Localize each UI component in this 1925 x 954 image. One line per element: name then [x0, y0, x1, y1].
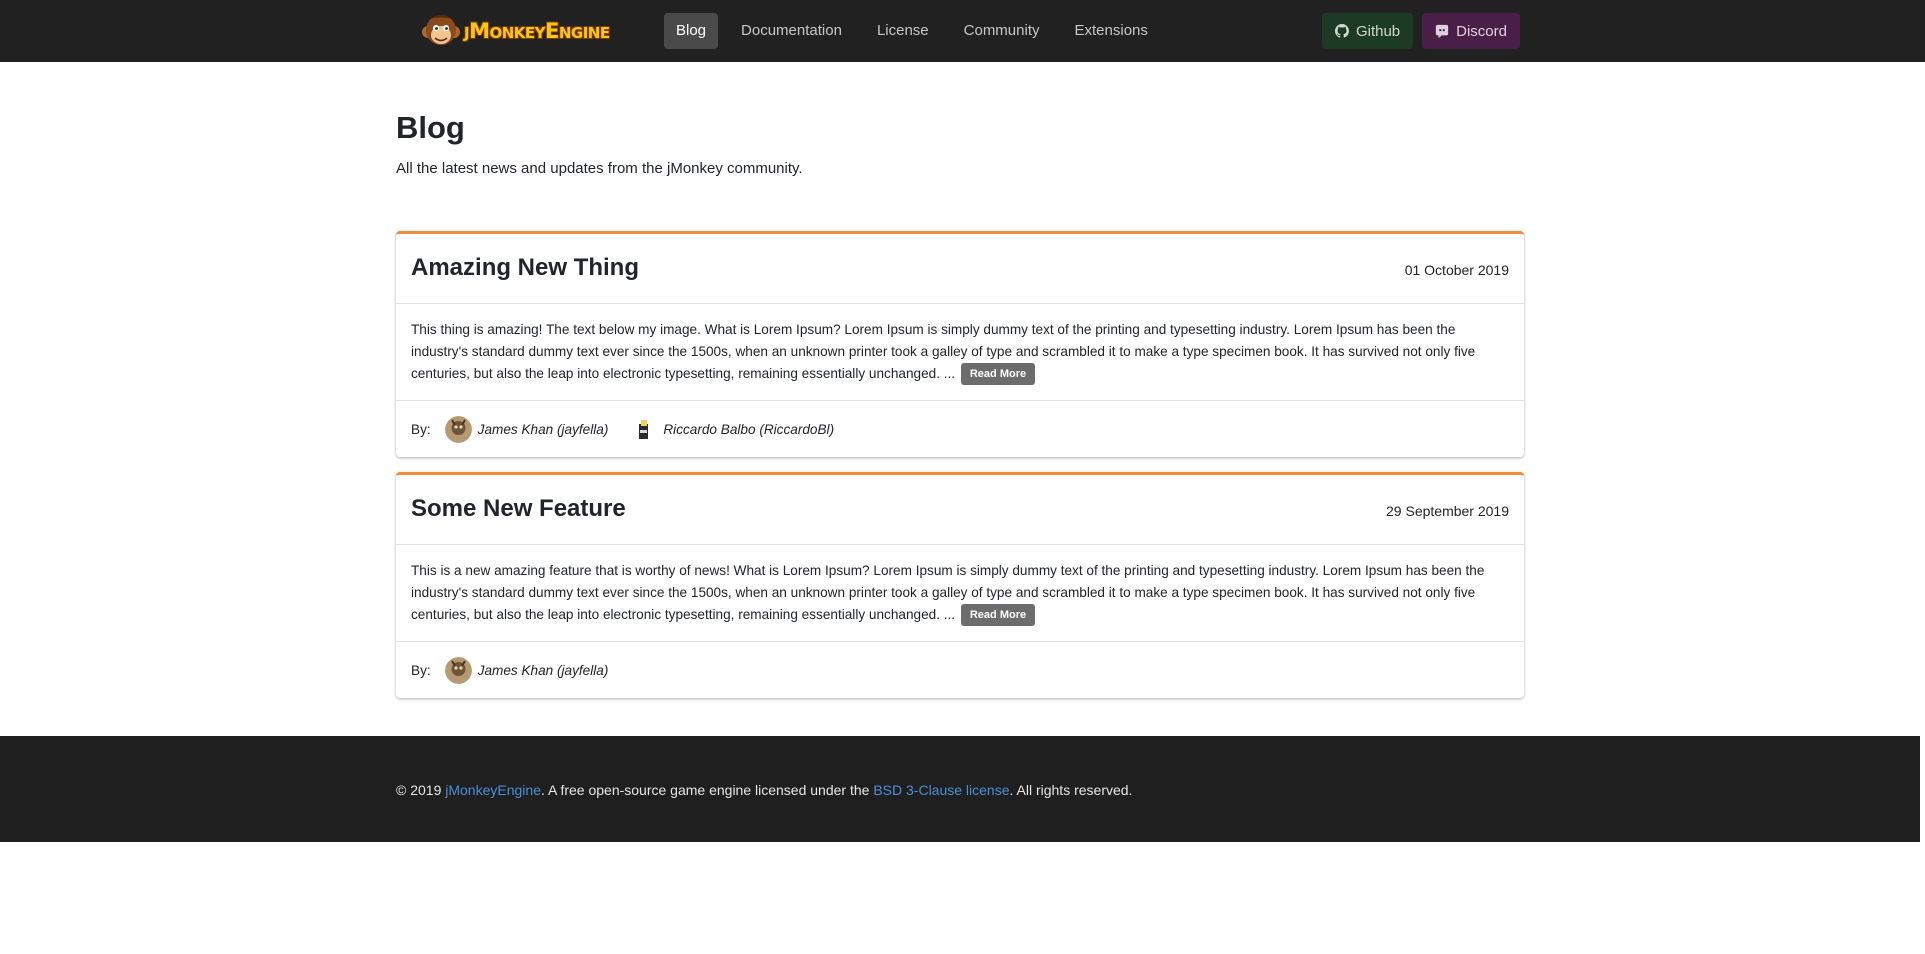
- post-excerpt: This is a new amazing feature that is wo…: [396, 545, 1524, 642]
- author-name: James Khan (jayfella): [477, 662, 609, 678]
- footer-middle-text: . A free open-source game engine license…: [540, 782, 874, 798]
- brand-logo[interactable]: jMonkeyEngine: [420, 10, 610, 52]
- author-link[interactable]: Riccardo Balbo (RiccardoBl): [630, 415, 835, 443]
- read-more-button[interactable]: Read More: [960, 604, 1036, 627]
- github-label: Github: [1355, 22, 1401, 40]
- page-subtitle: All the latest news and updates from the…: [396, 160, 803, 177]
- post-authors: By: James Khan (jayfella) Riccardo Balbo…: [396, 401, 1524, 457]
- page-title: Blog: [396, 110, 465, 145]
- nav-community[interactable]: Community: [952, 13, 1052, 49]
- post-date: 29 September 2019: [1386, 503, 1509, 519]
- monkey-logo-icon: [422, 15, 460, 45]
- copyright-text: © 2019: [396, 782, 446, 798]
- footer-end-text: . All rights reserved.: [1009, 782, 1133, 798]
- nav-extensions[interactable]: Extensions: [1063, 13, 1160, 49]
- brand-name: jMonkeyEngine: [464, 19, 610, 43]
- post-excerpt: This thing is amazing! The text below my…: [396, 304, 1524, 401]
- nav-license[interactable]: License: [865, 13, 941, 49]
- github-icon: [1334, 24, 1349, 38]
- discord-label: Discord: [1456, 22, 1507, 40]
- avatar: [630, 415, 658, 443]
- avatar: [444, 656, 472, 684]
- discord-icon: [1436, 24, 1449, 38]
- post-date: 01 October 2019: [1404, 262, 1509, 278]
- post-title[interactable]: Some New Feature: [411, 495, 626, 523]
- by-label: By:: [411, 662, 431, 678]
- avatar: [444, 415, 472, 443]
- post-header: Amazing New Thing 01 October 2019: [396, 234, 1524, 304]
- footer-copyright: © 2019 jMonkeyEngine. A free open-source…: [396, 782, 1132, 798]
- site-footer: © 2019 jMonkeyEngine. A free open-source…: [0, 736, 1920, 842]
- by-label: By:: [411, 421, 431, 437]
- blog-post-card: Some New Feature 29 September 2019 This …: [396, 472, 1524, 698]
- author-link[interactable]: James Khan (jayfella): [444, 415, 609, 443]
- main-nav: Blog Documentation License Community Ext…: [664, 13, 1171, 49]
- footer-license-link[interactable]: BSD 3-Clause license: [873, 782, 1009, 798]
- post-header: Some New Feature 29 September 2019: [396, 475, 1524, 545]
- nav-documentation[interactable]: Documentation: [729, 13, 854, 49]
- read-more-button[interactable]: Read More: [960, 363, 1036, 386]
- discord-button[interactable]: Discord: [1422, 13, 1520, 49]
- author-name: James Khan (jayfella): [477, 421, 609, 437]
- nav-blog[interactable]: Blog: [664, 13, 719, 49]
- github-button[interactable]: Github: [1321, 13, 1414, 49]
- post-excerpt-text: This thing is amazing! The text below my…: [411, 322, 1476, 381]
- top-navbar: jMonkeyEngine Blog Documentation License…: [0, 0, 1925, 62]
- post-authors: By: James Khan (jayfella): [396, 642, 1524, 698]
- navbar-inner: jMonkeyEngine Blog Documentation License…: [408, 0, 1528, 62]
- post-title[interactable]: Amazing New Thing: [411, 254, 639, 282]
- post-excerpt-text: This is a new amazing feature that is wo…: [411, 563, 1485, 622]
- footer-site-link[interactable]: jMonkeyEngine: [445, 782, 541, 798]
- nav-actions: Github Discord: [1321, 13, 1520, 49]
- author-name: Riccardo Balbo (RiccardoBl): [663, 421, 835, 437]
- author-link[interactable]: James Khan (jayfella): [444, 656, 609, 684]
- blog-post-card: Amazing New Thing 01 October 2019 This t…: [396, 231, 1524, 457]
